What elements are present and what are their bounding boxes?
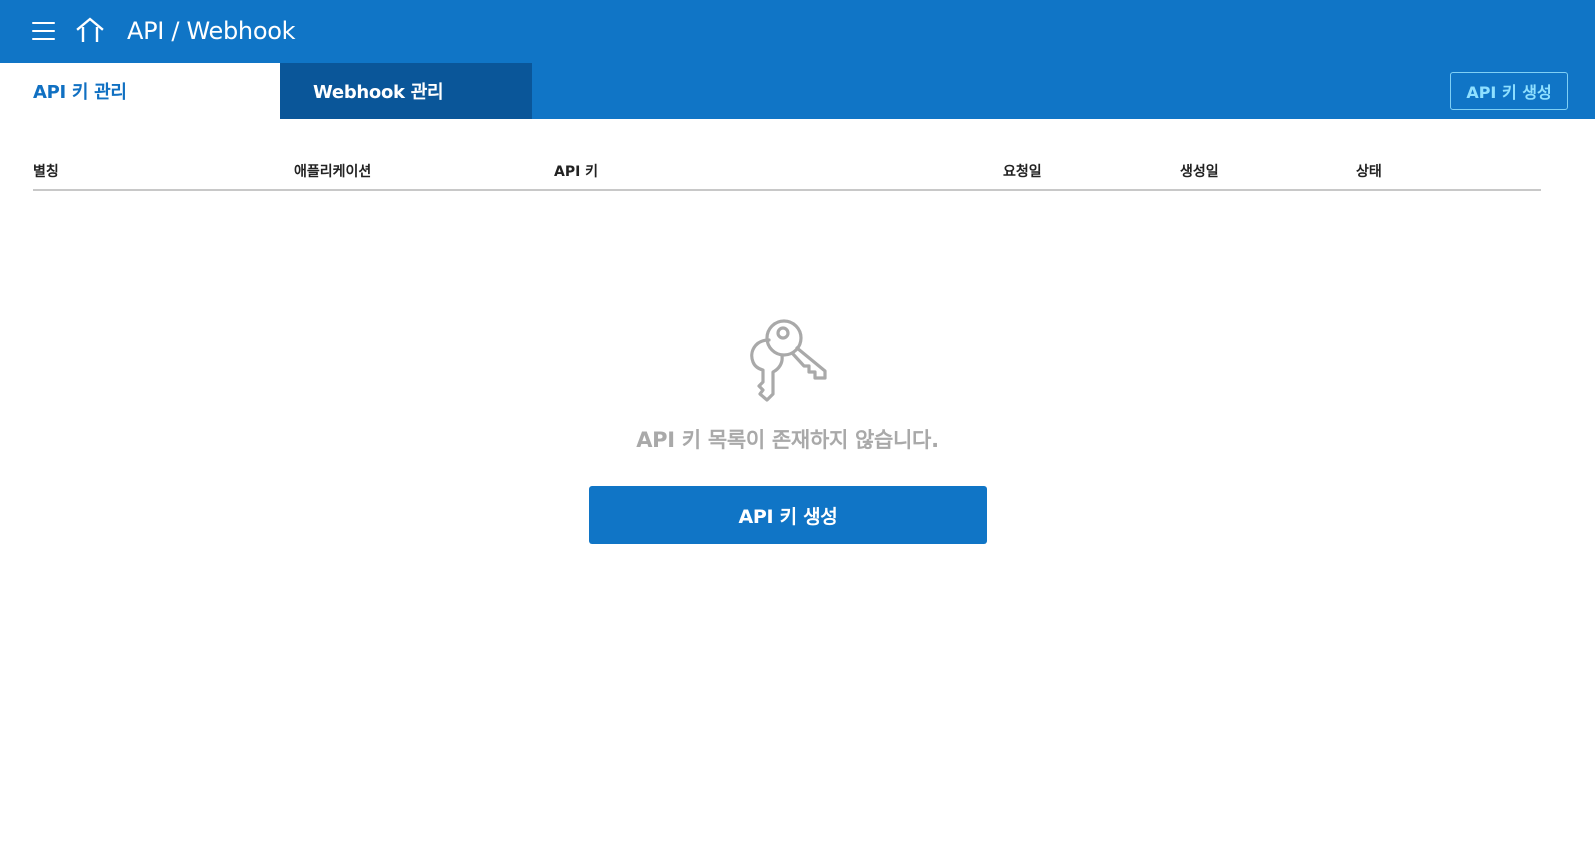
column-header-api-key[interactable]: API 키 <box>554 161 598 181</box>
create-api-key-button[interactable]: API 키 생성 <box>589 486 987 544</box>
column-header-alias[interactable]: 별칭 <box>33 161 59 181</box>
hamburger-menu-icon[interactable] <box>32 20 56 42</box>
table-header: 별칭 애플리케이션 API 키 요청일 생성일 상태 <box>33 152 1541 191</box>
column-header-created-date[interactable]: 생성일 <box>1180 161 1219 181</box>
key-icon <box>747 316 831 404</box>
top-app-bar: API / Webhook <box>0 0 1595 63</box>
create-api-key-header-button[interactable]: API 키 생성 <box>1450 72 1568 110</box>
home-icon[interactable] <box>74 15 106 47</box>
column-header-request-date[interactable]: 요청일 <box>1003 161 1042 181</box>
empty-state-message: API 키 목록이 존재하지 않습니다. <box>636 428 939 452</box>
tab-bar: API 키 관리 Webhook 관리 API 키 생성 <box>0 63 1595 119</box>
column-header-application[interactable]: 애플리케이션 <box>294 161 371 181</box>
tab-api-key-management[interactable]: API 키 관리 <box>0 63 280 119</box>
tab-webhook-management[interactable]: Webhook 관리 <box>280 63 532 119</box>
page-title: API / Webhook <box>127 17 296 45</box>
column-header-status[interactable]: 상태 <box>1356 161 1382 181</box>
